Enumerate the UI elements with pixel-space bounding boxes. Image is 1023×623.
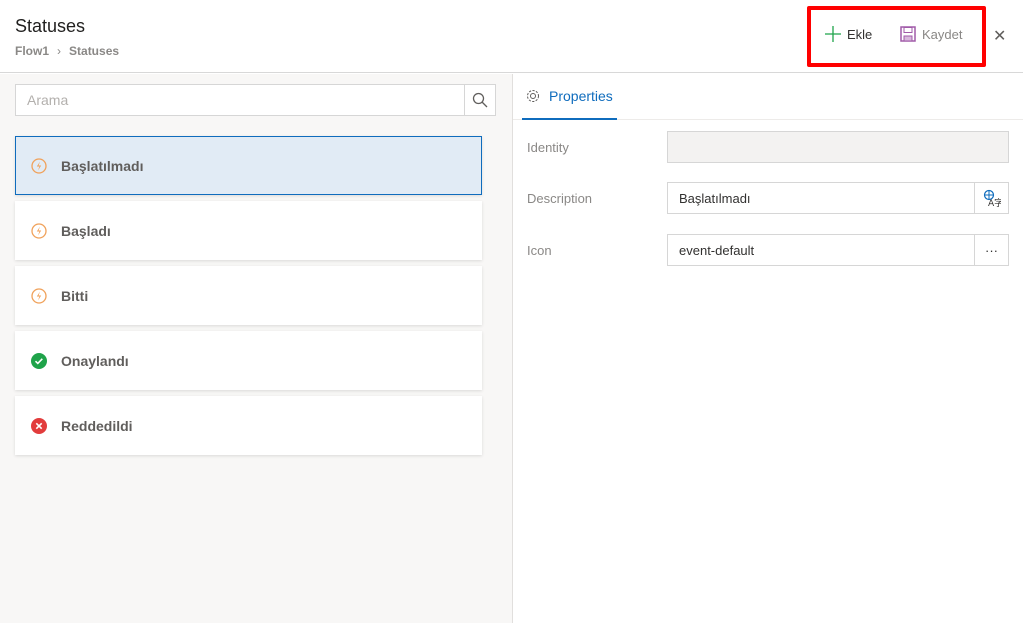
gear-icon xyxy=(527,90,539,102)
tab-properties[interactable]: Properties xyxy=(522,74,617,120)
search-button[interactable] xyxy=(464,85,495,115)
breadcrumb-statuses: Statuses xyxy=(69,44,120,58)
status-item[interactable]: Reddedildi xyxy=(15,396,482,455)
identity-row: Identity xyxy=(527,131,1009,163)
save-icon xyxy=(900,26,916,42)
close-icon[interactable]: ✕ xyxy=(993,26,1006,46)
icon-label: Icon xyxy=(527,242,552,258)
add-button[interactable]: Ekle xyxy=(825,26,872,42)
icon-field: ··· xyxy=(667,234,1009,266)
search-box xyxy=(15,84,496,116)
plus-icon xyxy=(825,26,841,42)
save-button[interactable]: Kaydet xyxy=(900,26,962,42)
icon-input[interactable] xyxy=(668,235,974,265)
search-input[interactable] xyxy=(16,85,464,115)
status-label: Başladı xyxy=(61,222,111,239)
page-title: Statuses xyxy=(15,16,86,36)
identity-label: Identity xyxy=(527,139,569,155)
add-label: Ekle xyxy=(847,26,873,42)
properties-panel: Properties Identity Description A字 Icon … xyxy=(513,74,1023,623)
search-icon xyxy=(472,92,488,108)
status-label: Onaylandı xyxy=(61,352,129,369)
status-label: Başlatılmadı xyxy=(61,157,144,174)
event-icon xyxy=(31,222,47,239)
tab-bar: Properties xyxy=(513,74,1023,120)
chevron-right-icon: › xyxy=(57,44,62,58)
header: Statuses Flow1 › Statuses Ekle Kaydet ✕ xyxy=(0,0,1023,73)
status-label: Bitti xyxy=(61,287,89,304)
description-input[interactable] xyxy=(668,183,974,213)
translate-icon: A字 xyxy=(983,189,1001,207)
identity-input xyxy=(668,132,1008,162)
icon-row: Icon ··· xyxy=(527,234,1009,266)
description-field: A字 xyxy=(667,182,1009,214)
status-list-panel: Başlatılmadı Başladı Bitti Onaylandı Reddedi… xyxy=(0,74,513,623)
status-item[interactable]: Başladı xyxy=(15,201,482,260)
translate-button[interactable]: A字 xyxy=(974,183,1008,213)
identity-field xyxy=(667,131,1009,163)
breadcrumb-flow1[interactable]: Flow1 xyxy=(15,44,49,58)
description-row: Description A字 xyxy=(527,182,1009,214)
save-label: Kaydet xyxy=(922,26,963,42)
error-circle-icon xyxy=(31,417,47,434)
breadcrumb: Flow1 › Statuses xyxy=(15,44,119,58)
event-icon xyxy=(31,287,47,304)
status-label: Reddedildi xyxy=(61,417,133,434)
tab-label: Properties xyxy=(549,88,613,104)
svg-text:A字: A字 xyxy=(988,197,1001,207)
event-icon xyxy=(31,157,47,174)
status-item[interactable]: Onaylandı xyxy=(15,331,482,390)
status-item[interactable]: Bitti xyxy=(15,266,482,325)
description-label: Description xyxy=(527,190,593,206)
more-button[interactable]: ··· xyxy=(974,235,1008,265)
status-item[interactable]: Başlatılmadı xyxy=(15,136,482,195)
check-circle-icon xyxy=(31,352,47,369)
